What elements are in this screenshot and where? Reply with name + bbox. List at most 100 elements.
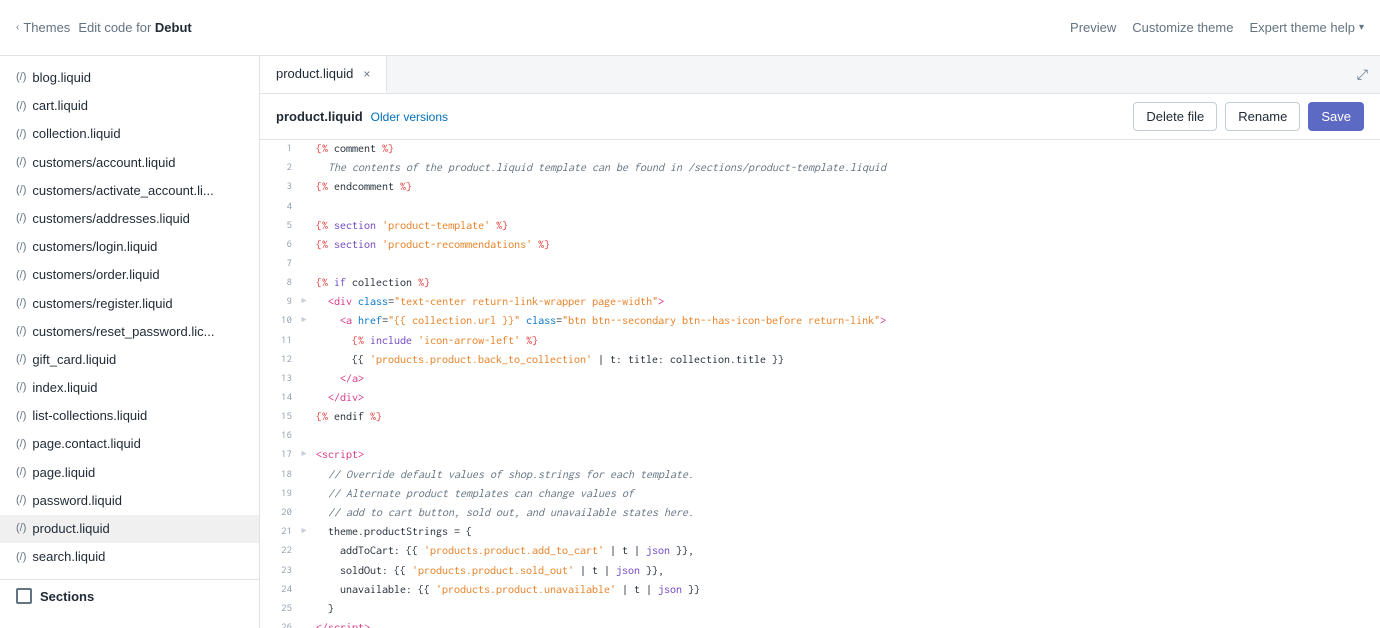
code-editor[interactable]: 1 {% comment %} 2 The contents of the pr…	[260, 140, 1380, 628]
editor-area: product.liquid × ⤢ product.liquid Older …	[260, 56, 1380, 628]
sections-folder-icon	[16, 588, 32, 604]
liquid-icon: (/)	[16, 437, 26, 452]
liquid-icon: (/)	[16, 268, 26, 283]
list-item[interactable]: (/) page.contact.liquid	[0, 430, 259, 458]
list-item[interactable]: (/) customers/activate_account.li...	[0, 177, 259, 205]
tab-product-liquid[interactable]: product.liquid ×	[260, 56, 387, 93]
liquid-icon: (/)	[16, 70, 26, 85]
liquid-icon: (/)	[16, 211, 26, 226]
list-item[interactable]: (/) password.liquid	[0, 487, 259, 515]
file-name: collection.liquid	[32, 125, 120, 143]
expand-icon[interactable]: ⤢	[1345, 58, 1380, 91]
preview-link[interactable]: Preview	[1070, 20, 1116, 35]
sections-label: Sections	[40, 589, 94, 604]
list-item[interactable]: (/) search.liquid	[0, 543, 259, 571]
code-line: 20 // add to cart button, sold out, and …	[260, 504, 1380, 523]
code-line: 3 {% endcomment %}	[260, 178, 1380, 197]
older-versions-link[interactable]: Older versions	[371, 110, 448, 124]
code-line: 24 unavailable: {{ 'products.product.una…	[260, 581, 1380, 600]
code-line: 8 {% if collection %}	[260, 274, 1380, 293]
code-line: 1 {% comment %}	[260, 140, 1380, 159]
chevron-down-icon: ▾	[1359, 22, 1364, 33]
edit-code-label: Edit code for Debut	[78, 20, 191, 35]
list-item[interactable]: (/) gift_card.liquid	[0, 346, 259, 374]
rename-button[interactable]: Rename	[1225, 102, 1300, 131]
code-line: 25 }	[260, 600, 1380, 619]
code-line: 17 ▶ <script>	[260, 446, 1380, 465]
code-line: 22 addToCart: {{ 'products.product.add_t…	[260, 542, 1380, 561]
list-item[interactable]: (/) list-collections.liquid	[0, 402, 259, 430]
top-bar: ‹ Themes Edit code for Debut Preview Cus…	[0, 0, 1380, 56]
file-name: customers/login.liquid	[32, 238, 157, 256]
code-line: 6 {% section 'product-recommendations' %…	[260, 236, 1380, 255]
file-name: page.liquid	[32, 464, 95, 482]
liquid-icon: (/)	[16, 380, 26, 395]
file-name: customers/addresses.liquid	[32, 210, 190, 228]
list-item[interactable]: (/) collection.liquid	[0, 120, 259, 148]
expert-help[interactable]: Expert theme help ▾	[1249, 20, 1364, 35]
list-item[interactable]: (/) cart.liquid	[0, 92, 259, 120]
file-name: customers/reset_password.lic...	[32, 323, 214, 341]
file-name: list-collections.liquid	[32, 407, 147, 425]
file-list: (/) blog.liquid (/) cart.liquid (/) coll…	[0, 56, 259, 579]
code-line: 7	[260, 255, 1380, 274]
save-button[interactable]: Save	[1308, 102, 1364, 131]
list-item[interactable]: (/) customers/account.liquid	[0, 149, 259, 177]
list-item[interactable]: (/) customers/order.liquid	[0, 261, 259, 289]
file-info: product.liquid Older versions	[276, 109, 448, 124]
file-name: customers/register.liquid	[32, 295, 172, 313]
list-item[interactable]: (/) index.liquid	[0, 374, 259, 402]
code-line: 23 soldOut: {{ 'products.product.sold_ou…	[260, 562, 1380, 581]
code-line: 19 // Alternate product templates can ch…	[260, 485, 1380, 504]
file-name: password.liquid	[32, 492, 122, 510]
list-item[interactable]: (/) blog.liquid	[0, 64, 259, 92]
sections-header[interactable]: Sections	[0, 579, 259, 612]
list-item[interactable]: (/) customers/addresses.liquid	[0, 205, 259, 233]
list-item-product[interactable]: (/) product.liquid	[0, 515, 259, 543]
code-line: 5 {% section 'product-template' %}	[260, 217, 1380, 236]
sidebar: (/) blog.liquid (/) cart.liquid (/) coll…	[0, 56, 260, 628]
liquid-icon: (/)	[16, 409, 26, 424]
top-bar-right: Preview Customize theme Expert theme hel…	[1070, 20, 1364, 35]
code-line: 13 </a>	[260, 370, 1380, 389]
toolbar-actions: Delete file Rename Save	[1133, 102, 1364, 131]
list-item[interactable]: (/) customers/reset_password.lic...	[0, 318, 259, 346]
code-line: 16	[260, 427, 1380, 446]
close-tab-button[interactable]: ×	[363, 67, 370, 81]
file-name: customers/activate_account.li...	[32, 182, 213, 200]
list-item[interactable]: (/) customers/register.liquid	[0, 290, 259, 318]
file-name-label: product.liquid	[276, 109, 363, 124]
liquid-icon: (/)	[16, 183, 26, 198]
liquid-icon: (/)	[16, 127, 26, 142]
chevron-left-icon: ‹	[16, 22, 19, 33]
main-layout: (/) blog.liquid (/) cart.liquid (/) coll…	[0, 56, 1380, 628]
code-line: 9 ▶ <div class="text-center return-link-…	[260, 293, 1380, 312]
file-toolbar: product.liquid Older versions Delete fil…	[260, 94, 1380, 140]
code-line: 4	[260, 198, 1380, 217]
code-line: 11 {% include 'icon-arrow-left' %}	[260, 332, 1380, 351]
themes-link[interactable]: ‹ Themes	[16, 20, 70, 35]
code-line: 18 // Override default values of shop.st…	[260, 466, 1380, 485]
liquid-icon: (/)	[16, 521, 26, 536]
file-name: index.liquid	[32, 379, 97, 397]
code-line: 2 The contents of the product.liquid tem…	[260, 159, 1380, 178]
liquid-icon: (/)	[16, 324, 26, 339]
file-name: blog.liquid	[32, 69, 91, 87]
store-name: Debut	[155, 20, 192, 35]
file-name: product.liquid	[32, 520, 109, 538]
customize-theme-link[interactable]: Customize theme	[1132, 20, 1233, 35]
liquid-icon: (/)	[16, 296, 26, 311]
themes-label: Themes	[23, 20, 70, 35]
file-name: page.contact.liquid	[32, 435, 140, 453]
liquid-icon: (/)	[16, 493, 26, 508]
code-line: 12 {{ 'products.product.back_to_collecti…	[260, 351, 1380, 370]
liquid-icon: (/)	[16, 352, 26, 367]
list-item[interactable]: (/) page.liquid	[0, 459, 259, 487]
code-line: 21 ▶ theme.productStrings = {	[260, 523, 1380, 542]
code-line: 10 ▶ <a href="{{ collection.url }}" clas…	[260, 312, 1380, 331]
expert-help-label: Expert theme help	[1249, 20, 1355, 35]
delete-file-button[interactable]: Delete file	[1133, 102, 1217, 131]
liquid-icon: (/)	[16, 550, 26, 565]
liquid-icon: (/)	[16, 155, 26, 170]
list-item[interactable]: (/) customers/login.liquid	[0, 233, 259, 261]
